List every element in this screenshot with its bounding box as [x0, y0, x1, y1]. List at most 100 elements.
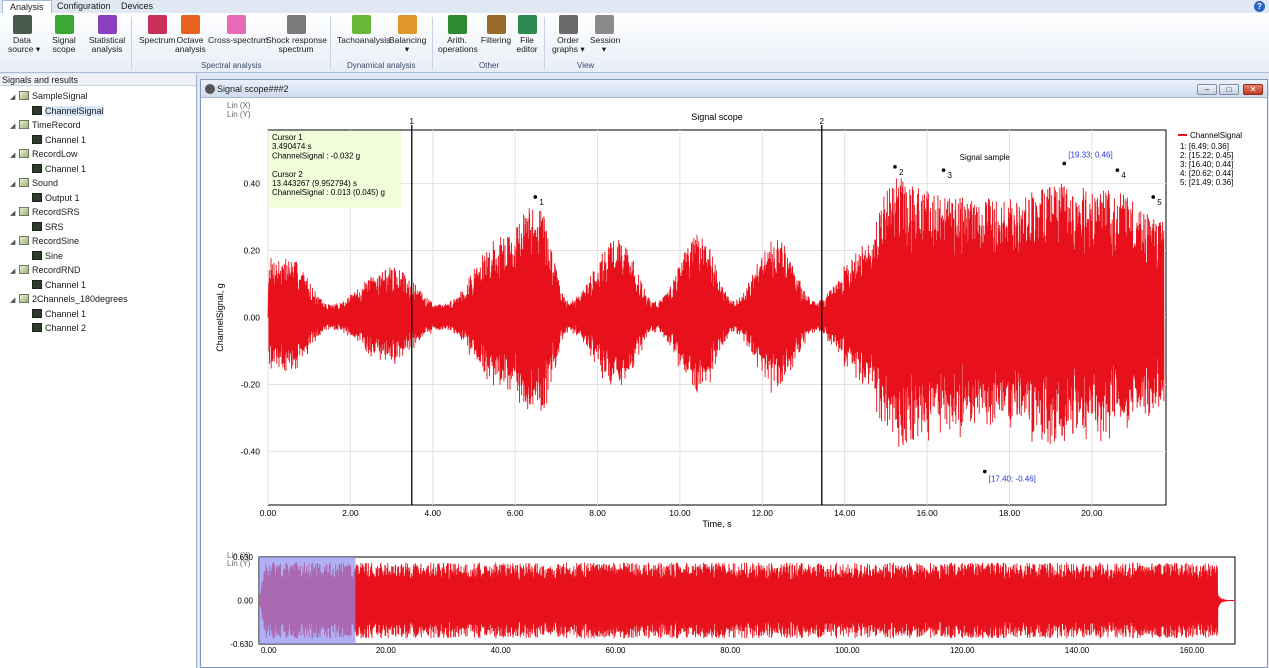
cross-spectrum-icon — [226, 15, 246, 34]
overview-x-tick-label: 40.00 — [491, 646, 512, 655]
y-tick-label: 0.40 — [243, 179, 260, 189]
expand-arrow-icon[interactable]: ◢ — [10, 91, 19, 104]
expand-arrow-icon[interactable]: ◢ — [10, 207, 19, 220]
tree-node-record[interactable]: ◢ TimeRecord — [10, 119, 81, 132]
ribbon: Spectral analysis Dynamical analysis Oth… — [0, 13, 1269, 73]
arith-operations-button[interactable]: Arith. operations — [438, 15, 478, 54]
ribbon-button-label-2: analysis — [91, 44, 123, 54]
record-folder-icon — [19, 265, 29, 274]
ribbon-separator — [131, 17, 132, 69]
x-tick-label: 4.00 — [424, 508, 441, 518]
cursor-info-line: ChannelSignal : 0.013 (0.045) g — [272, 188, 385, 197]
close-button[interactable]: ✕ — [1243, 84, 1263, 95]
tree-node-channel[interactable]: Channel 1 — [32, 163, 86, 176]
minimize-button[interactable]: – — [1197, 84, 1217, 95]
window-app-icon — [205, 84, 215, 94]
ribbon-button-label-2: ▾ — [601, 44, 607, 54]
legend-entry: 2: [15.22; 0.45] — [1180, 151, 1233, 160]
balancing-button[interactable]: Balancing ▾ — [389, 15, 426, 54]
channel-icon — [32, 308, 42, 318]
tree-node-record[interactable]: ◢ RecordSRS — [10, 206, 80, 219]
statistical-analysis-button[interactable]: Statistical analysis — [87, 15, 127, 54]
tree-node-label: Channel 1 — [45, 308, 87, 319]
window-title-bar[interactable]: Signal scope###2 – □ ✕ — [201, 80, 1267, 98]
channel-icon — [32, 221, 42, 231]
tree-node-channel[interactable]: Channel 2 — [32, 322, 86, 335]
tab-analysis[interactable]: Analysis — [2, 0, 52, 13]
tab-configuration[interactable]: Configuration — [50, 0, 118, 13]
order-graphs-button[interactable]: Order graphs ▾ — [552, 15, 585, 54]
tree-node-channel[interactable]: Channel 1 — [32, 134, 86, 147]
cross-spectrum-button[interactable]: Cross-spectrum — [208, 15, 268, 45]
expand-arrow-icon[interactable]: ◢ — [10, 120, 19, 133]
ribbon-separator — [544, 17, 545, 69]
cursor-info-line: 13.443267 (9.952794) s — [272, 179, 357, 188]
spectrum-icon — [147, 15, 167, 34]
y-tick-label: 0.00 — [243, 313, 260, 323]
record-folder-icon — [19, 149, 29, 158]
x-tick-label: 16.00 — [916, 508, 938, 518]
tab-devices[interactable]: Devices — [114, 0, 160, 13]
cursor-label: 2 — [820, 117, 825, 126]
tree-node-record[interactable]: ◢ 2Channels_180degrees — [10, 293, 128, 306]
overview-y-tick-label: 0.00 — [237, 597, 253, 606]
tachoanalysis-button[interactable]: Tachoanalysis — [337, 15, 390, 45]
tree-node-channel[interactable]: ChannelSignal — [32, 105, 104, 118]
tree-node-channel[interactable]: Channel 1 — [32, 279, 86, 292]
channel-icon — [32, 192, 42, 202]
expand-arrow-icon[interactable]: ◢ — [10, 149, 19, 162]
tree-node-record[interactable]: ◢ RecordSine — [10, 235, 79, 248]
tree-node-record[interactable]: ◢ RecordRND — [10, 264, 81, 277]
x-tick-label: 2.00 — [342, 508, 359, 518]
legend-entry: 5: [21.49; 0.36] — [1180, 178, 1233, 187]
tree-node-label: RecordSine — [32, 236, 80, 246]
channel-icon — [32, 250, 42, 260]
octave-analysis-button[interactable]: Octave analysis — [175, 15, 206, 54]
file-editor-button[interactable]: File editor — [514, 15, 540, 54]
tree-node-record[interactable]: ◢ Sound — [10, 177, 58, 190]
y-tick-label: 0.20 — [243, 246, 260, 256]
tree-node-record[interactable]: ◢ RecordLow — [10, 148, 78, 161]
expand-arrow-icon[interactable]: ◢ — [10, 236, 19, 249]
legend-title: ChannelSignal — [1190, 131, 1242, 140]
expand-arrow-icon[interactable]: ◢ — [10, 265, 19, 278]
spectrum-button[interactable]: Spectrum — [139, 15, 175, 45]
ribbon-button-label: Cross-spectrum — [208, 35, 268, 45]
main-chart[interactable]: Lin (X)Lin (Y) Signal scope 0.00 2.00 4.00 6.… — [201, 99, 1267, 549]
expand-arrow-icon[interactable]: ◢ — [10, 178, 19, 191]
filtering-button[interactable]: Filtering — [480, 15, 512, 45]
extremum-marker — [982, 469, 987, 474]
ribbon-button-label-2: scope — [52, 44, 76, 54]
tree-node-channel[interactable]: Output 1 — [32, 192, 80, 205]
data-source-button[interactable]: Data source ▾ — [8, 15, 40, 54]
ribbon-button-label-2: operations — [438, 44, 478, 54]
x-tick-label: 6.00 — [507, 508, 524, 518]
signal-scope-window: Signal scope###2 – □ ✕ Lin (X) Lin (Y) Sig… — [200, 79, 1268, 668]
group-view: View — [577, 61, 595, 70]
tree-node-channel[interactable]: SRS — [32, 221, 64, 234]
shock-response-spectrum-button[interactable]: Shock response spectrum — [266, 15, 327, 54]
ribbon-button-label: Filtering — [480, 35, 512, 45]
x-tick-label: 18.00 — [999, 508, 1021, 518]
tree-node-label: RecordRND — [32, 265, 81, 275]
tree-node-label: Channel 1 — [45, 134, 87, 145]
cursor-info-line: 3.490474 s — [272, 142, 312, 151]
tree-node-channel[interactable]: Channel 1 — [32, 308, 86, 321]
group-other: Other — [479, 61, 500, 70]
tree-node-record[interactable]: ◢ SampleSignal — [10, 90, 88, 103]
ribbon-button-label: Spectrum — [139, 35, 176, 45]
maximize-button[interactable]: □ — [1219, 84, 1239, 95]
ribbon-button-label-2: analysis — [175, 44, 206, 54]
cursor-info-line: Cursor 1 — [272, 133, 303, 142]
x-tick-label: 10.00 — [669, 508, 691, 518]
session-button[interactable]: Session ▾ — [590, 15, 620, 54]
tree-node-channel[interactable]: Sine — [32, 250, 63, 263]
overview-chart[interactable]: Lin (X)Lin (Y)0.00 20.00 40.00 60.00 80.00 10… — [201, 549, 1267, 667]
overview-y-tick-label: 0.630 — [233, 553, 254, 562]
signal-scope-button[interactable]: Signal scope — [50, 15, 78, 54]
x-tick-label: 8.00 — [589, 508, 606, 518]
ribbon-separator — [330, 17, 331, 69]
plus-icon — [447, 15, 467, 34]
help-icon[interactable]: ? — [1254, 1, 1265, 12]
expand-arrow-icon[interactable]: ◢ — [10, 294, 19, 307]
